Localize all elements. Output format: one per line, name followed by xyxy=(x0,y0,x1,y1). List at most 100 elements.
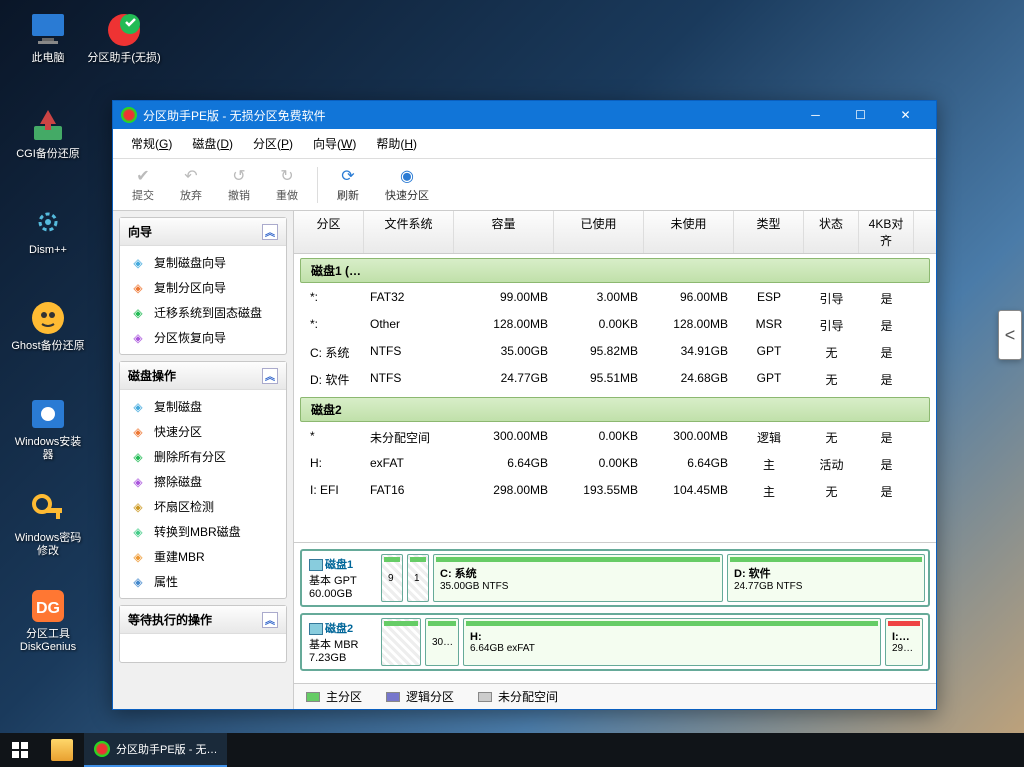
partition-row[interactable]: D: 软件NTFS24.77GB95.51MB24.68GBGPT无是 xyxy=(294,366,936,393)
collapse-icon[interactable]: ︽ xyxy=(262,612,278,628)
item-icon: ◈ xyxy=(130,255,146,271)
desktop-icon-label: CGI备份还原 xyxy=(10,148,86,161)
grid-col-header[interactable]: 4KB对齐 xyxy=(859,211,914,253)
disk-header[interactable]: 磁盘2 xyxy=(300,397,930,422)
item-icon: ◈ xyxy=(130,449,146,465)
item-icon: ◈ xyxy=(130,524,146,540)
toolbar-discard-button: ↶放弃 xyxy=(169,163,213,206)
desktop-icon[interactable]: 此电脑 xyxy=(10,10,86,65)
usage-bar xyxy=(466,621,878,626)
item-label: 擦除磁盘 xyxy=(154,473,202,490)
close-button[interactable]: ✕ xyxy=(883,101,928,129)
partition-row[interactable]: *:FAT3299.00MB3.00MB96.00MBESP引导是 xyxy=(294,285,936,312)
desktop-icon[interactable]: Ghost备份还原 xyxy=(10,298,86,353)
menu-item[interactable]: 向导(W) xyxy=(303,132,366,155)
partition-segment[interactable] xyxy=(381,618,421,666)
desktop-icon-label: Dism++ xyxy=(10,244,86,257)
desktop-icon-label: Windows安装器 xyxy=(10,436,86,462)
item-icon: ◈ xyxy=(130,305,146,321)
grid-col-header[interactable]: 文件系统 xyxy=(364,211,454,253)
partition-row[interactable]: C: 系统NTFS35.00GB95.82MB34.91GBGPT无是 xyxy=(294,339,936,366)
maximize-button[interactable]: ☐ xyxy=(838,101,883,129)
redo-icon: ↻ xyxy=(277,166,297,186)
disk-header[interactable]: 磁盘1 (… xyxy=(300,258,930,283)
panel-diskops: 磁盘操作 ︽ ◈复制磁盘◈快速分区◈删除所有分区◈擦除磁盘◈坏扇区检测◈转换到M… xyxy=(119,361,287,599)
grid-col-header[interactable]: 容量 xyxy=(454,211,554,253)
disk-info[interactable]: 磁盘2基本 MBR7.23GB xyxy=(305,618,377,666)
app-icon xyxy=(121,107,137,123)
panel-item[interactable]: ◈复制磁盘 xyxy=(120,394,286,419)
partition-segment[interactable]: 1 xyxy=(407,554,429,602)
partition-segment[interactable]: C: 系统35.00GB NTFS xyxy=(433,554,723,602)
partition-segment[interactable]: I:…29… xyxy=(885,618,923,666)
collapse-icon[interactable]: ︽ xyxy=(262,224,278,240)
item-icon: ◈ xyxy=(130,330,146,346)
desktop-icon[interactable]: CGI备份还原 xyxy=(10,106,86,161)
legend-item: 未分配空间 xyxy=(478,688,558,705)
commit-icon: ✔ xyxy=(133,166,153,186)
taskbar-explorer[interactable] xyxy=(40,733,84,767)
toolbar-quick-button[interactable]: ◉快速分区 xyxy=(374,163,440,206)
partition-row[interactable]: I: EFIFAT16298.00MB193.55MB104.45MB主无是 xyxy=(294,478,936,505)
dg-icon: DG xyxy=(28,586,68,626)
item-label: 坏扇区检测 xyxy=(154,498,214,515)
side-arrow-widget[interactable]: < xyxy=(998,310,1022,360)
desktop-icon-label: 分区工具DiskGenius xyxy=(10,628,86,654)
collapse-icon[interactable]: ︽ xyxy=(262,368,278,384)
menu-item[interactable]: 帮助(H) xyxy=(366,132,427,155)
partition-row[interactable]: *:Other128.00MB0.00KB128.00MBMSR引导是 xyxy=(294,312,936,339)
panel-item[interactable]: ◈ 分区恢复向导 xyxy=(120,325,286,350)
item-icon: ◈ xyxy=(130,574,146,590)
partition-row[interactable]: *未分配空间300.00MB0.00KB300.00MB逻辑无是 xyxy=(294,424,936,451)
task-label: 分区助手PE版 - 无… xyxy=(116,741,217,757)
desktop-icon[interactable]: Windows安装器 xyxy=(10,394,86,462)
item-label: 复制磁盘向导 xyxy=(154,254,226,271)
panel-wizard: 向导 ︽ ◈复制磁盘向导◈复制分区向导◈迁移系统到固态磁盘◈分区恢复向导 xyxy=(119,217,287,355)
panel-item[interactable]: ◈坏扇区检测 xyxy=(120,494,286,519)
menu-item[interactable]: 磁盘(D) xyxy=(182,132,243,155)
grid-col-header[interactable]: 未使用 xyxy=(644,211,734,253)
partition-row[interactable]: H:exFAT6.64GB0.00KB6.64GB主活动是 xyxy=(294,451,936,478)
grid-body: 磁盘1 (…*:FAT3299.00MB3.00MB96.00MBESP引导是*… xyxy=(294,254,936,542)
panel-item[interactable]: ◈ 擦除磁盘 xyxy=(120,469,286,494)
menubar: 常规(G)磁盘(D)分区(P)向导(W)帮助(H) xyxy=(113,129,936,159)
menu-item[interactable]: 常规(G) xyxy=(121,132,182,155)
partition-segment[interactable]: D: 软件24.77GB NTFS xyxy=(727,554,925,602)
panel-item[interactable]: ◈重建MBR xyxy=(120,544,286,569)
toolbar-refresh-button[interactable]: ⟳刷新 xyxy=(326,163,370,206)
menu-item[interactable]: 分区(P) xyxy=(243,132,303,155)
grid-col-header[interactable]: 已使用 xyxy=(554,211,644,253)
toolbar-label: 刷新 xyxy=(337,187,359,203)
ghost-icon xyxy=(28,298,68,338)
panel-item[interactable]: ◈ 复制磁盘向导 xyxy=(120,250,286,275)
grid-col-header[interactable]: 状态 xyxy=(804,211,859,253)
grid-col-header[interactable]: 类型 xyxy=(734,211,804,253)
start-button[interactable] xyxy=(0,733,40,767)
partition-segment[interactable]: 30… xyxy=(425,618,459,666)
item-label: 转换到MBR磁盘 xyxy=(154,523,241,540)
discard-icon: ↶ xyxy=(181,166,201,186)
desktop-icon[interactable]: Windows密码修改 xyxy=(10,490,86,558)
panel-item[interactable]: ◈迁移系统到固态磁盘 xyxy=(120,300,286,325)
desktop-icon[interactable]: Dism++ xyxy=(10,202,86,257)
item-icon: ◈ xyxy=(130,474,146,490)
disk-bar: 磁盘1基本 GPT60.00GB91C: 系统35.00GB NTFSD: 软件… xyxy=(300,549,930,607)
partition-segment[interactable]: H:6.64GB exFAT xyxy=(463,618,881,666)
left-pane: 向导 ︽ ◈复制磁盘向导◈复制分区向导◈迁移系统到固态磁盘◈分区恢复向导 磁盘操… xyxy=(113,211,293,709)
disk-info[interactable]: 磁盘1基本 GPT60.00GB xyxy=(305,554,377,602)
panel-item[interactable]: ◈属性 xyxy=(120,569,286,594)
item-label: 分区恢复向导 xyxy=(154,329,226,346)
partition-segment[interactable]: 9 xyxy=(381,554,403,602)
legend-swatch xyxy=(386,692,400,702)
disk-icon xyxy=(309,559,323,571)
panel-pending: 等待执行的操作 ︽ xyxy=(119,605,287,663)
taskbar-app-task[interactable]: 分区助手PE版 - 无… xyxy=(84,733,227,767)
desktop-icon[interactable]: 分区助手(无损) xyxy=(86,10,162,65)
panel-item[interactable]: ◈删除所有分区 xyxy=(120,444,286,469)
grid-col-header[interactable]: 分区 xyxy=(294,211,364,253)
panel-item[interactable]: ◈快速分区 xyxy=(120,419,286,444)
panel-item[interactable]: ◈复制分区向导 xyxy=(120,275,286,300)
panel-item[interactable]: ◈ 转换到MBR磁盘 xyxy=(120,519,286,544)
minimize-button[interactable]: ─ xyxy=(793,101,838,129)
desktop-icon[interactable]: DG分区工具DiskGenius xyxy=(10,586,86,654)
